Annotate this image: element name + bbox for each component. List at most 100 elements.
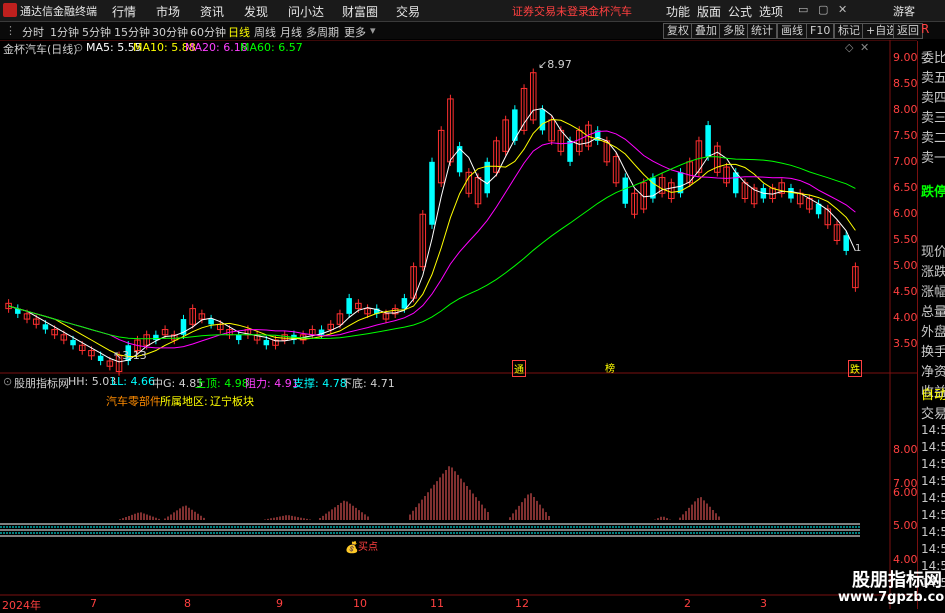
period-tab-more[interactable]: 更多	[344, 24, 366, 40]
limit-status: 跌停	[921, 185, 945, 200]
menu-item-news[interactable]: 资讯	[200, 3, 224, 20]
x-axis-label: 8	[184, 597, 191, 610]
kline-chart[interactable]	[0, 40, 917, 609]
toolbar-grip-icon: ⋮	[5, 24, 16, 37]
price-tick: 8.00	[893, 103, 918, 116]
region-value: 辽宁板块	[210, 395, 254, 408]
menu-item-markets[interactable]: 市场	[156, 3, 180, 20]
period-tab-30min[interactable]: 30分钟	[152, 24, 188, 40]
quote-label: 卖一	[921, 151, 945, 166]
quote-label: 卖二	[921, 131, 945, 146]
x-axis-label: 10	[353, 597, 367, 610]
period-tab-monthly[interactable]: 月线	[280, 24, 302, 40]
quote-panel: R 委比 卖五 卖四 卖三 卖二 卖一 跌停 现价 涨跌 涨幅 总量 外盘 换手…	[917, 22, 945, 609]
period-tab-1min[interactable]: 1分钟	[50, 24, 79, 40]
period-tab-weekly[interactable]: 周线	[254, 24, 276, 40]
stats-button[interactable]: 统计	[747, 23, 777, 39]
quote-label: 涨跌	[921, 265, 945, 280]
candle-body	[263, 340, 270, 346]
candle-body	[346, 298, 352, 314]
indicator-name: 股朋指标网	[14, 377, 69, 390]
menu-item-discover[interactable]: 发现	[244, 3, 268, 20]
menu-item-formula[interactable]: 公式	[728, 3, 752, 20]
candle-body	[208, 319, 214, 325]
event-marker: 1	[855, 243, 862, 254]
dropdown-arrow-icon[interactable]: ▾	[370, 24, 376, 37]
app-logo-icon	[3, 3, 17, 17]
multi-stock-button[interactable]: 多股	[719, 23, 749, 39]
x-axis-label: 9	[276, 597, 283, 610]
period-tab-daily[interactable]: 日线	[228, 24, 250, 40]
tick-time: 14:56	[921, 491, 945, 505]
period-tab-multi[interactable]: 多周期	[306, 24, 339, 40]
price-tick: 7.00	[893, 155, 918, 168]
menu-item-options[interactable]: 选项	[759, 3, 783, 20]
quote-label: 换手	[921, 345, 945, 360]
period-toolbar: ⋮ 分时 1分钟 5分钟 15分钟 30分钟 60分钟 日线 周线 月线 多周期…	[0, 22, 945, 39]
draw-line-button[interactable]: 画线	[777, 23, 807, 39]
back-button[interactable]: 返回	[893, 23, 923, 39]
site-watermark: 股朋指标网 www.7gpzb.com	[822, 566, 945, 609]
price-tick: 4.00	[893, 311, 918, 324]
overlay-button[interactable]: 叠加	[691, 23, 721, 39]
login-status: 证券交易未登录	[512, 5, 589, 18]
quote-label: 卖五	[921, 71, 945, 86]
tick-time: 14:56	[921, 474, 945, 488]
period-tab-15min[interactable]: 15分钟	[114, 24, 150, 40]
close-window-icon[interactable]: ✕	[838, 3, 847, 16]
restore-icon[interactable]: ▢	[818, 3, 828, 16]
resist-value: 阻力: 4.91	[245, 377, 299, 390]
tick-time: 14:56	[921, 508, 945, 522]
price-tick: 6.00	[893, 207, 918, 220]
tick-time: 14:56	[921, 525, 945, 539]
f10-button[interactable]: F10	[806, 23, 835, 39]
sub-axis-tick: 8.00	[893, 443, 918, 456]
panel-tab-trade[interactable]: 交易	[921, 403, 945, 422]
region-label: 所属地区:	[160, 395, 208, 408]
menu-item-function[interactable]: 功能	[666, 3, 690, 20]
ll-value: LL: 4.66	[111, 375, 155, 388]
quote-label: 卖四	[921, 91, 945, 106]
x-axis-label: 11	[430, 597, 444, 610]
money-bag-icon: 💰	[345, 541, 359, 554]
menu-item-layout[interactable]: 版面	[697, 3, 721, 20]
period-tab-60min[interactable]: 60分钟	[190, 24, 226, 40]
quote-label: 净资	[921, 365, 945, 380]
menu-bar: 通达信金融终端 行情 市场 资讯 发现 问小达 财富圈 交易 证券交易未登录 金…	[0, 0, 945, 22]
period-tab-intraday[interactable]: 分时	[22, 24, 44, 40]
support-value: 支撑: 4.78	[293, 377, 347, 390]
adjust-button[interactable]: 复权	[663, 23, 693, 39]
panel-toggle-label[interactable]: R	[921, 22, 929, 36]
quote-label: 现价	[921, 245, 945, 260]
indicator-header: ⊙ 股朋指标网 HH: 5.03 LL: 4.66 中G: 4.85 上顶: 4…	[0, 375, 917, 415]
menu-item-ask[interactable]: 问小达	[288, 3, 324, 20]
watermark-url: www.7gpzb.com	[838, 590, 945, 605]
upper-value: 上顶: 4.98	[195, 377, 249, 390]
signal-marker[interactable]: 榜	[605, 360, 615, 375]
menu-item-market[interactable]: 行情	[112, 3, 136, 20]
candle-body	[235, 334, 242, 341]
menu-item-wealth[interactable]: 财富圈	[342, 3, 378, 20]
quote-label: 总量	[921, 305, 945, 320]
candle-body	[70, 340, 76, 346]
minimize-icon[interactable]: ▭	[798, 3, 808, 16]
x-axis-label: 7	[90, 597, 97, 610]
ma5-line	[8, 107, 856, 363]
x-axis-label: 2	[684, 597, 691, 610]
x-axis-label: 12	[515, 597, 529, 610]
menu-item-trade[interactable]: 交易	[396, 3, 420, 20]
x-axis-label: 3	[760, 597, 767, 610]
buy-point-label: 买点	[358, 542, 378, 553]
guest-user[interactable]: 游客	[893, 3, 915, 19]
candle-body	[843, 235, 849, 251]
period-tab-5min[interactable]: 5分钟	[82, 24, 111, 40]
indicator-settings-icon[interactable]: ⊙	[3, 375, 12, 388]
mark-button[interactable]: 标记	[834, 23, 864, 39]
tick-time: 14:56	[921, 542, 945, 556]
candle-body	[539, 109, 546, 131]
panel-tab-auto[interactable]: 自动	[921, 384, 945, 403]
hh-value: HH: 5.03	[68, 375, 117, 388]
lower-value: 下底: 4.71	[341, 377, 395, 390]
watermark-title: 股朋指标网	[852, 570, 942, 591]
quote-label: 涨幅	[921, 285, 945, 300]
